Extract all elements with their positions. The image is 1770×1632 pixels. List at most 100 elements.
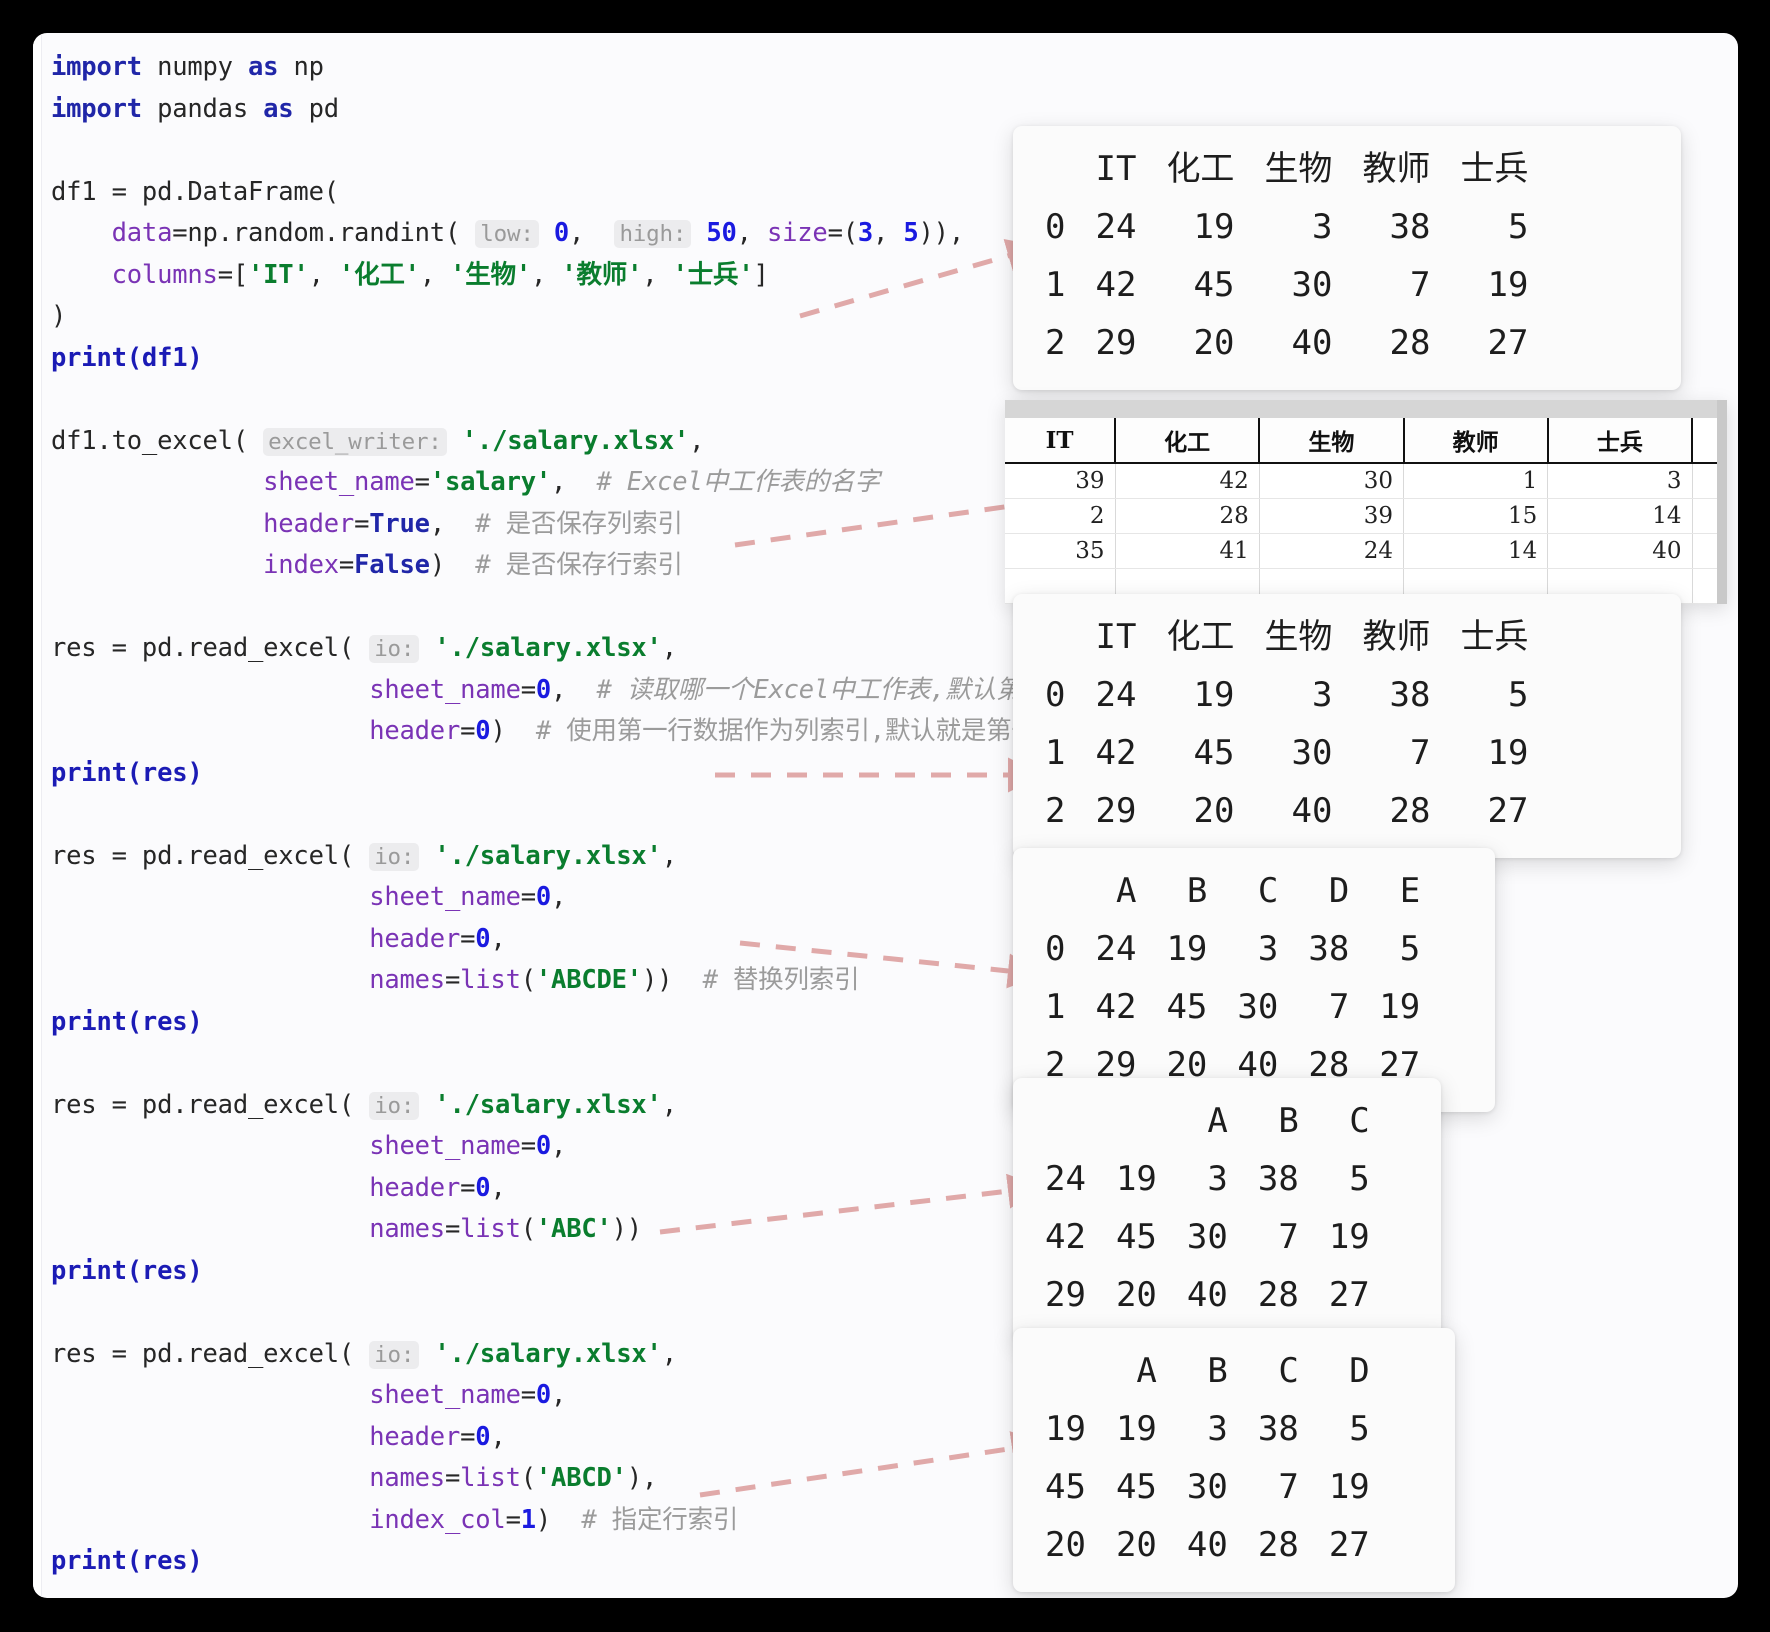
code-line-33: sheet_name=0,: [51, 1375, 1061, 1417]
token-sheetname-kw-2: sheet_name: [369, 675, 521, 705]
token-false: False: [354, 550, 430, 580]
col-header: 生物: [1234, 140, 1332, 198]
col-name-2: '生物': [450, 260, 531, 290]
col-header: 生物: [1234, 608, 1332, 666]
token-index-col-kw: index_col: [369, 1505, 505, 1535]
table-header-row: A B C: [1039, 1092, 1370, 1150]
token-numpy: numpy: [157, 52, 233, 82]
token-pandas: pandas: [157, 94, 248, 124]
token-low-val: 0: [554, 218, 569, 248]
token-names-kw-2: names: [369, 1214, 445, 1244]
token-abcd: 'ABCD': [536, 1463, 627, 1493]
token-zero-7: 0: [536, 1380, 551, 1410]
row-index: 0: [1039, 920, 1065, 978]
token-import: import: [51, 52, 142, 82]
token-names-kw-3: names: [369, 1463, 445, 1493]
cell: 5: [1349, 920, 1420, 978]
cell: 24: [1065, 920, 1136, 978]
cell: 30: [1157, 1458, 1228, 1516]
token-zero-8: 0: [475, 1422, 490, 1452]
token-close-paren: ): [51, 301, 66, 331]
col-name-1: '化工': [339, 260, 420, 290]
comment-first-row: # 使用第一行数据作为列索引,默认就是第一行: [536, 716, 1062, 746]
row-index: 29: [1039, 1266, 1086, 1324]
excel-sheet-panel: IT 化工 生物 教师 士兵 39 42 30 1 3 2 28 39 15 1…: [1005, 400, 1727, 604]
table-row: 45 45 30 7 19: [1039, 1458, 1370, 1516]
row-index: 2: [1039, 782, 1065, 840]
token-sheetname-kw-3: sheet_name: [369, 882, 521, 912]
token-read-excel-4: res = pd.read_excel(: [51, 1339, 354, 1369]
cell: 24: [1065, 666, 1136, 724]
code-line-29: names=list('ABC')): [51, 1209, 1061, 1251]
cell: 7: [1228, 1458, 1299, 1516]
token-zero-2: 0: [475, 716, 490, 746]
code-line-15: res = pd.read_excel( io: './salary.xlsx'…: [51, 628, 1061, 670]
token-df1-assign: df1 = pd.DataFrame(: [51, 177, 339, 207]
col-header: D: [1278, 862, 1349, 920]
excel-cell: 24: [1259, 534, 1403, 569]
token-read-excel-1: res = pd.read_excel(: [51, 633, 354, 663]
excel-row: 35 41 24 14 40: [1005, 534, 1727, 569]
cell: 30: [1234, 256, 1332, 314]
hint-high: high:: [614, 220, 691, 248]
cell: 24: [1065, 198, 1136, 256]
token-print-res-2: print(res): [51, 1007, 203, 1037]
token-list-fn-3: list: [460, 1463, 521, 1493]
token-header-kw-5: header: [369, 1422, 460, 1452]
code-line-11: sheet_name='salary', # Excel中工作表的名字: [51, 462, 1061, 504]
code-line-25-blank: [51, 1043, 1061, 1085]
excel-cell: 42: [1115, 463, 1259, 499]
cell: 30: [1234, 724, 1332, 782]
excel-col-header: 士兵: [1548, 418, 1692, 463]
table-header-row: A B C D E: [1039, 862, 1420, 920]
table-row: 0 24 19 3 38 5: [1039, 920, 1420, 978]
code-line-17: header=0) # 使用第一行数据作为列索引,默认就是第一行: [51, 711, 1061, 753]
table-row: 1 42 45 30 7 19: [1039, 724, 1528, 782]
table-row: 2 29 20 40 28 27: [1039, 782, 1528, 840]
excel-cell: 14: [1548, 499, 1692, 534]
code-block[interactable]: import numpy as npimport pandas as pd df…: [51, 47, 1061, 1583]
code-line-30: print(res): [51, 1251, 1061, 1293]
row-index: 0: [1039, 666, 1065, 724]
excel-toolbar-strip: [1005, 400, 1727, 418]
cell: 42: [1065, 978, 1136, 1036]
token-header-kw-4: header: [369, 1173, 460, 1203]
token-as-2: as: [263, 94, 293, 124]
cell: 45: [1136, 256, 1234, 314]
token-sheetname-kw-4: sheet_name: [369, 1131, 521, 1161]
cell: 29: [1065, 314, 1136, 372]
excel-scrollbar[interactable]: [1717, 400, 1727, 604]
row-index: 2: [1039, 314, 1065, 372]
cell: 7: [1278, 978, 1349, 1036]
code-line-35: names=list('ABCD'),: [51, 1458, 1061, 1500]
row-index: 45: [1039, 1458, 1086, 1516]
code-line-2: import pandas as pd: [51, 89, 1061, 131]
table-header-row: IT 化工 生物 教师 士兵: [1039, 608, 1528, 666]
table-header-row: A B C D: [1039, 1342, 1370, 1400]
cell: 28: [1332, 782, 1430, 840]
cell: 19: [1086, 1150, 1157, 1208]
comment-replace-cols: # 替换列索引: [703, 965, 860, 995]
row-index: 24: [1039, 1150, 1086, 1208]
cell: 30: [1157, 1208, 1228, 1266]
token-names-kw-1: names: [369, 965, 445, 995]
table-row: 0 24 19 3 38 5: [1039, 198, 1528, 256]
row-index: 0: [1039, 198, 1065, 256]
col-header: 士兵: [1430, 140, 1528, 198]
token-salary-str: 'salary': [430, 467, 551, 497]
col-header: A: [1157, 1092, 1228, 1150]
cell: 3: [1234, 666, 1332, 724]
token-salary-path-4: './salary.xlsx': [434, 1090, 661, 1120]
cell: 19: [1136, 920, 1207, 978]
code-line-5: data=np.random.randint( low: 0, high: 50…: [51, 213, 1061, 255]
cell: 3: [1234, 198, 1332, 256]
hint-io-2: io:: [369, 843, 419, 871]
token-print-res-1: print(res): [51, 758, 203, 788]
token-size-kw: size: [767, 218, 828, 248]
code-line-7: ): [51, 296, 1061, 338]
excel-row: 39 42 30 1 3: [1005, 463, 1727, 499]
token-pd: pd: [309, 94, 339, 124]
token-list-fn-2: list: [460, 1214, 521, 1244]
token-read-excel-2: res = pd.read_excel(: [51, 841, 354, 871]
hint-excel-writer: excel_writer:: [263, 428, 447, 456]
